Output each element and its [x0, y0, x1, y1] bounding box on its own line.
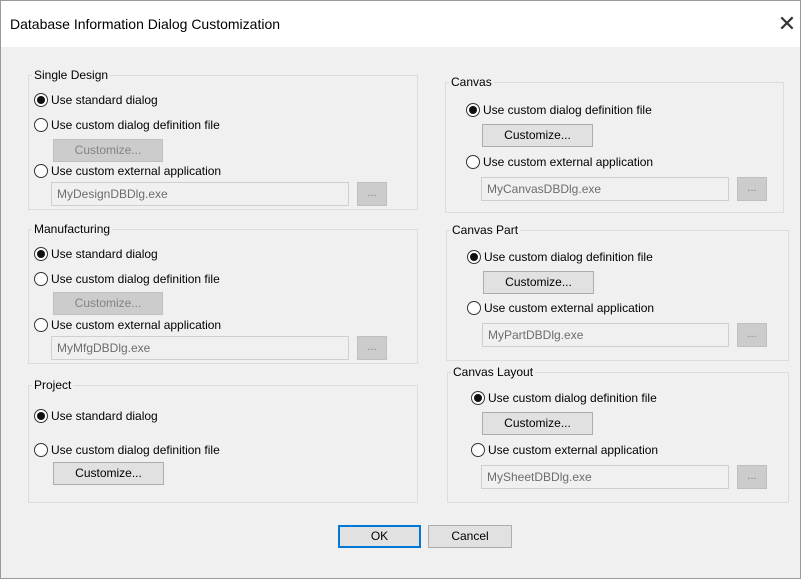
- project-legend: Project: [34, 378, 72, 392]
- radio-label: Use custom external application: [484, 301, 655, 315]
- radio-label: Use standard dialog: [51, 409, 158, 423]
- manufacturing-custom-def-radio[interactable]: Use custom dialog definition file: [34, 270, 220, 288]
- radio-label: Use custom external application: [51, 318, 222, 332]
- canvas-browse-button[interactable]: ...: [737, 177, 767, 201]
- single-design-standard-radio[interactable]: Use standard dialog: [34, 91, 158, 109]
- canvas-layout-customize-button[interactable]: Customize...: [482, 412, 593, 435]
- radio-unchecked-icon: [466, 155, 480, 169]
- single-design-custom-def-radio[interactable]: Use custom dialog definition file: [34, 116, 220, 134]
- cancel-button[interactable]: Cancel: [428, 525, 512, 548]
- canvas-layout-legend: Canvas Layout: [453, 365, 534, 379]
- project-custom-def-radio[interactable]: Use custom dialog definition file: [34, 441, 220, 459]
- radio-label: Use custom dialog definition file: [51, 443, 220, 457]
- radio-label: Use standard dialog: [51, 93, 158, 107]
- ok-button[interactable]: OK: [338, 525, 421, 548]
- radio-label: Use custom external application: [488, 443, 659, 457]
- radio-checked-icon: [466, 103, 480, 117]
- radio-unchecked-icon: [34, 118, 48, 132]
- radio-label: Use custom dialog definition file: [483, 103, 652, 117]
- canvas-part-custom-def-radio[interactable]: Use custom dialog definition file: [467, 248, 653, 266]
- radio-label: Use standard dialog: [51, 247, 158, 261]
- single-design-legend: Single Design: [34, 68, 109, 82]
- single-design-customize-button[interactable]: Customize...: [53, 139, 163, 162]
- close-icon[interactable]: ✕: [773, 9, 801, 39]
- radio-label: Use custom dialog definition file: [484, 250, 653, 264]
- manufacturing-exe-field[interactable]: MyMfgDBDlg.exe: [51, 336, 349, 360]
- radio-label: Use custom dialog definition file: [51, 118, 220, 132]
- radio-label: Use custom external application: [51, 164, 222, 178]
- radio-checked-icon: [467, 250, 481, 264]
- single-design-browse-button[interactable]: ...: [357, 182, 387, 206]
- radio-unchecked-icon: [34, 272, 48, 286]
- manufacturing-external-radio[interactable]: Use custom external application: [34, 316, 221, 334]
- dialog-window: Database Information Dialog Customizatio…: [0, 0, 801, 579]
- canvas-part-browse-button[interactable]: ...: [737, 323, 767, 347]
- canvas-part-exe-field[interactable]: MyPartDBDlg.exe: [482, 323, 729, 347]
- radio-checked-icon: [471, 391, 485, 405]
- radio-label: Use custom external application: [483, 155, 654, 169]
- project-customize-button[interactable]: Customize...: [53, 462, 164, 485]
- canvas-part-external-radio[interactable]: Use custom external application: [467, 299, 654, 317]
- canvas-layout-custom-def-radio[interactable]: Use custom dialog definition file: [471, 389, 657, 407]
- manufacturing-legend: Manufacturing: [34, 222, 111, 236]
- canvas-layout-exe-field[interactable]: MySheetDBDlg.exe: [481, 465, 729, 489]
- radio-checked-icon: [34, 409, 48, 423]
- canvas-exe-field[interactable]: MyCanvasDBDlg.exe: [481, 177, 729, 201]
- radio-unchecked-icon: [34, 443, 48, 457]
- canvas-layout-browse-button[interactable]: ...: [737, 465, 767, 489]
- manufacturing-customize-button[interactable]: Customize...: [53, 292, 163, 315]
- canvas-legend: Canvas: [451, 75, 492, 89]
- canvas-part-customize-button[interactable]: Customize...: [483, 271, 594, 294]
- dialog-title: Database Information Dialog Customizatio…: [10, 16, 281, 32]
- single-design-external-radio[interactable]: Use custom external application: [34, 162, 221, 180]
- radio-unchecked-icon: [467, 301, 481, 315]
- radio-checked-icon: [34, 93, 48, 107]
- radio-unchecked-icon: [34, 164, 48, 178]
- canvas-part-legend: Canvas Part: [452, 223, 519, 237]
- canvas-external-radio[interactable]: Use custom external application: [466, 153, 653, 171]
- radio-label: Use custom dialog definition file: [51, 272, 220, 286]
- canvas-layout-external-radio[interactable]: Use custom external application: [471, 441, 658, 459]
- radio-checked-icon: [34, 247, 48, 261]
- radio-unchecked-icon: [34, 318, 48, 332]
- single-design-exe-field[interactable]: MyDesignDBDlg.exe: [51, 182, 349, 206]
- manufacturing-standard-radio[interactable]: Use standard dialog: [34, 245, 158, 263]
- radio-unchecked-icon: [471, 443, 485, 457]
- radio-label: Use custom dialog definition file: [488, 391, 657, 405]
- manufacturing-browse-button[interactable]: ...: [357, 336, 387, 360]
- title-bar: Database Information Dialog Customizatio…: [1, 1, 800, 47]
- project-standard-radio[interactable]: Use standard dialog: [34, 407, 158, 425]
- canvas-customize-button[interactable]: Customize...: [482, 124, 593, 147]
- canvas-custom-def-radio[interactable]: Use custom dialog definition file: [466, 101, 652, 119]
